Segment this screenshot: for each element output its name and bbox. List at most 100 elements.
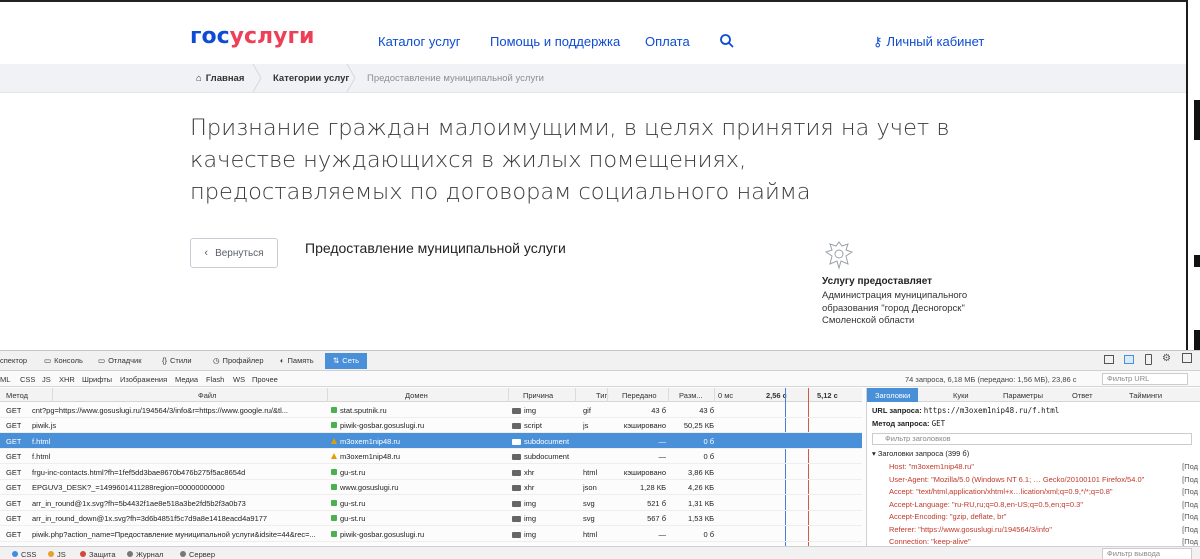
col-domain[interactable]: Домен — [405, 391, 428, 400]
back-button[interactable]: ‹ Вернуться — [190, 238, 278, 268]
cell-transferred: — — [658, 436, 667, 446]
table-row[interactable]: GET arr_in_round@1x.svg?fh=5b4432f1ae8e51… — [0, 495, 862, 511]
console-right-toolbar: Фильтр вывода — [866, 546, 1200, 559]
console-filter-security[interactable]: Защита — [80, 550, 116, 559]
tab-inspector[interactable]: спектор — [0, 356, 27, 365]
tab-response[interactable]: Ответ — [1072, 391, 1093, 400]
col-cause[interactable]: Причина — [523, 391, 553, 400]
col-timeline-mid: 2,56 с — [766, 391, 787, 400]
cause-icon — [512, 516, 521, 523]
output-filter-input[interactable]: Фильтр вывода — [1102, 548, 1192, 559]
table-row[interactable]: GET cnt?pg=https://www.gosuslugi.ru/19456… — [0, 402, 862, 418]
filter-html[interactable]: ML — [0, 375, 10, 384]
breadcrumb-categories[interactable]: Категории услуг — [273, 73, 349, 84]
cell-domain: www.gosuslugi.ru — [331, 483, 501, 492]
header-more-link[interactable]: [Под — [1182, 512, 1198, 521]
tab-network[interactable]: ⇅ Сеть — [325, 353, 367, 369]
request-header-item: Accept-Encoding: "gzip, deflate, br" — [889, 512, 1007, 521]
nav-payment[interactable]: Оплата — [645, 34, 690, 49]
col-method[interactable]: Метод — [6, 391, 28, 400]
header-more-link[interactable]: [Под — [1182, 462, 1198, 471]
undock-icon[interactable] — [1182, 353, 1192, 363]
console-filter-log[interactable]: Журнал — [127, 550, 163, 559]
gear-icon[interactable]: ⚙ — [1162, 353, 1171, 364]
col-file[interactable]: Файл — [198, 391, 216, 400]
cell-method: GET — [6, 436, 22, 446]
cell-domain: piwik-gosbar.gosuslugi.ru — [331, 421, 501, 430]
request-header-item: Accept-Language: "ru-RU,ru;q=0.8,en-US;q… — [889, 499, 1083, 509]
header-more-link[interactable]: [Под — [1182, 500, 1198, 509]
table-row[interactable]: GET f.html m3oxem1nip48.ru subdocument — 0 б — [0, 433, 862, 449]
tab-timings[interactable]: Тайминги — [1129, 391, 1162, 400]
breadcrumb-separator — [346, 64, 356, 92]
cell-type: gif — [583, 405, 591, 415]
cell-cause: img — [512, 406, 574, 415]
requests-table-header: Метод Файл Домен Причина Тип Передано Ра… — [0, 388, 862, 402]
filter-fonts[interactable]: Шрифты — [82, 375, 112, 384]
cell-method: GET — [6, 514, 22, 523]
devtools-tabs: спектор ▭ Консоль ▭ Отладчик {} Стили ◷ Проф… — [0, 351, 1200, 371]
col-transferred[interactable]: Передано — [622, 391, 657, 400]
tab-profiler[interactable]: ◷ Профайлер — [213, 356, 264, 365]
headers-filter-input[interactable]: Фильтр заголовков — [872, 433, 1192, 445]
console-filter-server[interactable]: Сервер — [180, 550, 215, 559]
breadcrumb-separator — [252, 64, 262, 92]
filter-flash[interactable]: Flash — [206, 375, 224, 384]
personal-cabinet-link[interactable]: ⚷ Личный кабинет — [873, 34, 984, 50]
filter-images[interactable]: Изображения — [120, 375, 167, 384]
cell-transferred: кэшировано — [623, 467, 666, 477]
nav-help[interactable]: Помощь и поддержка — [490, 34, 620, 49]
filter-xhr[interactable]: XHR — [59, 375, 75, 384]
cell-transferred: 43 б — [651, 405, 666, 415]
nav-catalog[interactable]: Каталог услуг — [378, 34, 461, 49]
cause-icon — [512, 407, 521, 414]
filter-other[interactable]: Прочее — [252, 375, 278, 384]
console-filter-js[interactable]: JS — [48, 550, 66, 559]
header-more-link[interactable]: [Под — [1182, 537, 1198, 546]
filter-css[interactable]: CSS — [20, 375, 35, 384]
responsive-mode-icon[interactable] — [1145, 354, 1152, 365]
request-header-item: User-Agent: "Mozilla/5.0 (Windows NT 6.1… — [889, 474, 1145, 484]
table-row[interactable]: GET f.html m3oxem1nip48.ru subdocument — 0 б — [0, 449, 862, 464]
filter-js[interactable]: JS — [42, 375, 51, 384]
lock-icon — [331, 499, 337, 506]
table-row[interactable]: GET EPGUV3_DESK?_=1499601411288region=000… — [0, 480, 862, 495]
cell-domain: gu-st.ru — [331, 499, 501, 508]
dock-bottom-icon[interactable] — [1104, 355, 1114, 364]
table-row[interactable]: GET piwik.php?action_name=Предоставление … — [0, 526, 862, 542]
header-more-link[interactable]: [Под — [1182, 487, 1198, 496]
filter-media[interactable]: Медиа — [175, 375, 198, 384]
cell-cause: img — [512, 499, 574, 508]
tab-params[interactable]: Параметры — [1003, 391, 1043, 400]
header-more-link[interactable]: [Под — [1182, 475, 1198, 484]
console-filter-css[interactable]: CSS — [12, 550, 36, 559]
cell-size: 0 б — [703, 452, 714, 461]
table-row[interactable]: GET piwik.js piwik-gosbar.gosuslugi.ru scri… — [0, 418, 862, 433]
cell-cause: subdocument — [512, 452, 574, 461]
table-row[interactable]: GET frgu-inc-contacts.html?fh=1fef5dd3bae… — [0, 464, 862, 480]
col-size[interactable]: Разм... — [679, 391, 703, 400]
tab-memory[interactable]: ◐ Память — [280, 356, 314, 365]
tab-styles[interactable]: {} Стили — [162, 356, 192, 365]
lock-icon — [331, 484, 337, 490]
header-more-link[interactable]: [Под — [1182, 525, 1198, 534]
cell-file: cnt?pg=https://www.gosuslugi.ru/194564/3… — [32, 405, 288, 415]
tab-headers[interactable]: Заголовки — [867, 388, 919, 402]
breadcrumb-home[interactable]: ⌂ Главная — [196, 73, 244, 84]
dock-side-icon[interactable] — [1124, 355, 1134, 364]
tab-debugger[interactable]: ▭ Отладчик — [98, 356, 142, 365]
console-toolbar: CSS JS Защита Журнал Сервер — [0, 546, 866, 559]
cell-file: f.html — [32, 452, 51, 461]
filter-url-input[interactable]: Фильтр URL — [1102, 373, 1188, 385]
service-subtitle: Предоставление муниципальной услуги — [305, 240, 566, 256]
gosuslugi-logo[interactable]: госуслуги — [190, 24, 314, 49]
site-header: госуслуги Каталог услуг Помощь и поддерж… — [0, 0, 1186, 64]
request-headers-section[interactable]: ▾ Заголовки запроса (399 б) — [872, 449, 969, 458]
tab-cookies[interactable]: Куки — [953, 391, 969, 400]
filter-ws[interactable]: WS — [233, 375, 245, 384]
search-icon[interactable] — [719, 33, 735, 49]
tab-console[interactable]: ▭ Консоль — [44, 356, 83, 365]
table-row[interactable]: GET arr_in_round_down@1x.svg?fh=3d6b4851f… — [0, 511, 862, 526]
cause-icon — [512, 454, 521, 461]
cell-size: 0 б — [703, 436, 714, 446]
